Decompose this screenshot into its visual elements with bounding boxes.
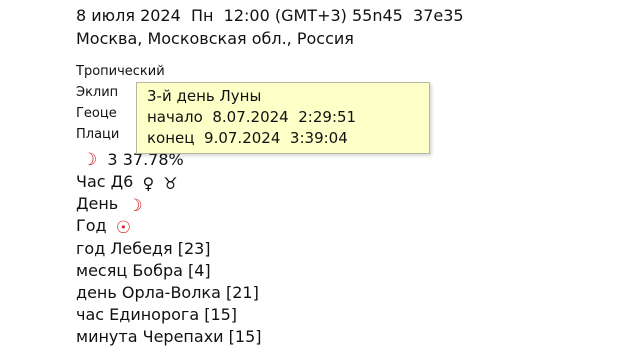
tooltip-end-label: конец [147, 129, 195, 147]
tooltip-start-row: начало 8.07.2024 2:29:51 [147, 107, 429, 128]
zodiac-setting: Тропический [76, 64, 165, 79]
tooltip-end-date: 9.07.2024 [204, 129, 281, 147]
longitude-text: 37e35 [413, 6, 464, 25]
moon-day-number: 3 [107, 150, 118, 169]
totem-hour: час Единорога [15] [76, 305, 238, 324]
sun-icon: ☉ [115, 218, 131, 238]
moon-icon: ☽ [127, 196, 143, 216]
coordinate-setting: Эклип [76, 85, 119, 100]
year-line: Год ☉ [76, 216, 131, 238]
totem-minute: минута Черепахи [15] [76, 327, 262, 346]
center-setting: Геоце [76, 106, 117, 121]
tooltip-title: 3-й день Луны [147, 87, 262, 105]
tooltip-end-row: конец 9.07.2024 3:39:04 [147, 128, 429, 149]
timezone-text: (GMT+3) [274, 6, 347, 25]
hour-label: Час Д6 [76, 172, 134, 191]
venus-icon: ♀ [142, 174, 155, 193]
tooltip-start-label: начало [147, 108, 203, 126]
totem-day: день Орла-Волка [21] [76, 283, 259, 302]
location-text: Москва, Московская обл., Россия [76, 29, 354, 48]
year-label: Год [76, 216, 107, 235]
taurus-icon: ♉ [163, 174, 178, 193]
day-label: День [76, 194, 119, 213]
time-text: 12:00 [223, 6, 270, 25]
totem-month: месяц Бобра [4] [76, 261, 211, 280]
chart-datetime-line: 8 июля 2024 Пн 12:00 (GMT+3) 55n45 37e35 [76, 6, 464, 26]
date-text: 8 июля 2024 [76, 6, 181, 25]
lunar-day-tooltip: 3-й день Луны начало 8.07.2024 2:29:51 к… [136, 82, 430, 154]
houses-setting: Плаци [76, 127, 120, 142]
tooltip-start-date: 8.07.2024 [212, 108, 289, 126]
totem-year: год Лебедя [23] [76, 239, 211, 258]
tooltip-end-time: 3:39:04 [289, 129, 348, 147]
hour-line: Час Д6 ♀ ♉ [76, 172, 178, 194]
day-line: День ☽ [76, 194, 143, 216]
moon-icon: ☽ [82, 150, 98, 170]
tooltip-start-time: 2:29:51 [298, 108, 357, 126]
weekday-text: Пн [190, 6, 214, 25]
latitude-text: 55n45 [351, 6, 403, 25]
